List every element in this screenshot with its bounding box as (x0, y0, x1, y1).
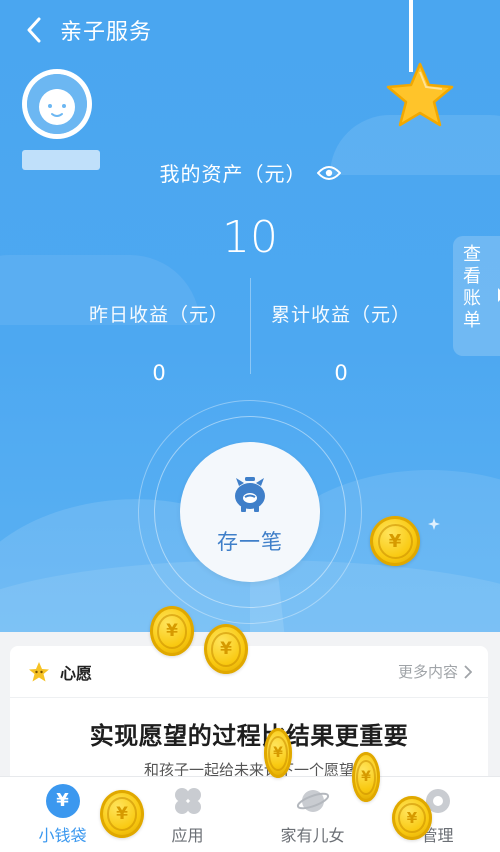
apps-clover-icon (174, 787, 201, 814)
chevron-left-icon (27, 17, 41, 43)
back-button[interactable] (10, 6, 58, 54)
view-bill-button[interactable]: 查看账单 (453, 236, 500, 356)
more-content-label: 更多内容 (397, 663, 458, 681)
wish-headline: 实现愿望的过程比结果更重要 (89, 722, 409, 750)
yen-wallet-icon: ¥ (45, 783, 80, 818)
total-income: 累计收益（元） 0 (216, 300, 466, 385)
baby-face-icon (27, 74, 87, 134)
total-income-value: 0 (334, 361, 348, 385)
deposit-label: 存一笔 (217, 530, 283, 554)
piggy-bank-icon (235, 477, 265, 512)
coin-decoration: ¥ (392, 796, 432, 840)
wish-card-header: 心愿 更多内容 (10, 646, 488, 698)
coin-decoration: ¥ (264, 728, 292, 778)
coin-decoration: ¥ (352, 752, 380, 802)
deposit-button[interactable]: 存一笔 (180, 442, 320, 582)
star-badge-icon (29, 661, 49, 681)
planet-icon (296, 789, 329, 812)
top-bar: 亲子服务 (0, 0, 500, 60)
asset-label: 我的资产（元） (159, 162, 307, 186)
eye-icon[interactable] (316, 165, 341, 181)
coin-decoration: ¥ (100, 790, 144, 838)
sparkle-icon (428, 518, 440, 530)
coin-decoration: ¥ (370, 516, 420, 566)
avatar[interactable] (22, 69, 92, 139)
tab-apps-label: 应用 (171, 825, 204, 845)
coin-decoration: ¥ (204, 624, 248, 674)
wish-title: 心愿 (60, 663, 93, 683)
total-income-label: 累计收益（元） (270, 304, 411, 326)
page-title: 亲子服务 (60, 20, 153, 45)
chevron-right-icon (464, 664, 472, 679)
wish-card: 心愿 更多内容 实现愿望的过程比结果更重要 和孩子一起给未来许下一个愿望 (10, 646, 488, 786)
tab-wallet-label: 小钱袋 (38, 825, 87, 845)
hero-panel: 亲子服务 我的资产（元） 10 昨日收益（元） 0 累计收益（元） 0 查看账单… (0, 0, 500, 632)
view-bill-label: 查看账单 (463, 244, 481, 331)
asset-value: 10 (222, 212, 278, 263)
star-icon (386, 62, 454, 127)
asset-label-row: 我的资产（元） (0, 158, 500, 187)
coin-decoration: ¥ (150, 606, 194, 656)
tab-family-label: 家有儿女 (280, 825, 345, 845)
more-content-link[interactable]: 更多内容 (398, 661, 472, 682)
